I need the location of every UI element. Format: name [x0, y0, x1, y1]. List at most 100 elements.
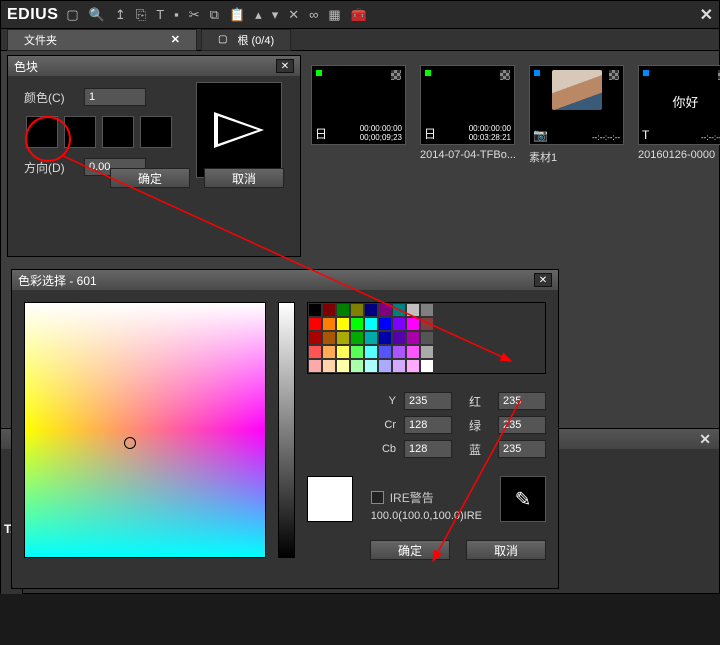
color-gradient-picker[interactable]	[24, 302, 266, 558]
comment-icon[interactable]: ▪	[174, 7, 179, 22]
palette-color[interactable]	[392, 359, 406, 373]
color-palette	[307, 302, 546, 374]
palette-color[interactable]	[308, 345, 322, 359]
palette-color[interactable]	[308, 317, 322, 331]
eyedropper-button[interactable]: ✎	[500, 476, 546, 522]
clip-timecode: --:--:--:--	[565, 133, 620, 142]
ire-warning-label: IRE警告	[390, 489, 434, 506]
palette-color[interactable]	[322, 317, 336, 331]
blue-input[interactable]	[498, 440, 546, 458]
palette-color[interactable]	[420, 303, 434, 317]
palette-color[interactable]	[406, 359, 420, 373]
ok-button[interactable]: 确定	[110, 168, 190, 188]
palette-color[interactable]	[308, 303, 322, 317]
clip-item[interactable]: 日 00:00:00:0000:03:28:21 2014-07-04-TFBo…	[420, 65, 515, 165]
cancel-button[interactable]: 取消	[204, 168, 284, 188]
ire-warning-checkbox[interactable]	[371, 491, 384, 504]
undo-icon[interactable]: ▴	[255, 7, 262, 23]
tab-close-icon[interactable]: ✕	[171, 33, 180, 46]
palette-color[interactable]	[364, 317, 378, 331]
clip-caption: 2014-07-04-TFBo...	[420, 149, 515, 161]
palette-color[interactable]	[378, 303, 392, 317]
clip-item[interactable]: 你好 T --:--:--:-- 20160126-0000	[638, 65, 720, 165]
close-icon[interactable]: ✕	[700, 5, 713, 25]
cut-icon[interactable]: ✂	[189, 7, 200, 23]
palette-color[interactable]	[350, 331, 364, 345]
palette-color[interactable]	[420, 317, 434, 331]
palette-color[interactable]	[364, 331, 378, 345]
palette-color[interactable]	[308, 359, 322, 373]
color-swatch[interactable]	[64, 116, 96, 148]
palette-color[interactable]	[364, 359, 378, 373]
copy-icon[interactable]: ⧉	[210, 7, 219, 23]
color-swatch[interactable]	[26, 116, 58, 148]
palette-color[interactable]	[350, 359, 364, 373]
palette-color[interactable]	[322, 331, 336, 345]
palette-color[interactable]	[350, 317, 364, 331]
green-input[interactable]	[498, 416, 546, 434]
palette-color[interactable]	[406, 317, 420, 331]
color-count-input[interactable]	[84, 88, 146, 106]
search-icon[interactable]: 🔍	[89, 7, 105, 23]
palette-color[interactable]	[322, 345, 336, 359]
palette-color[interactable]	[364, 345, 378, 359]
palette-color[interactable]	[392, 331, 406, 345]
color-swatch[interactable]	[102, 116, 134, 148]
close-icon[interactable]: ✕	[699, 431, 711, 448]
palette-color[interactable]	[322, 359, 336, 373]
palette-color[interactable]	[406, 331, 420, 345]
new-seq-icon[interactable]: ⎘	[136, 7, 146, 23]
ok-button[interactable]: 确定	[370, 540, 450, 560]
clip-item[interactable]: 日 00:00:00:0000;00;09;23	[311, 65, 406, 165]
palette-color[interactable]	[322, 303, 336, 317]
palette-color[interactable]	[378, 317, 392, 331]
cr-input[interactable]	[404, 416, 452, 434]
palette-color[interactable]	[308, 331, 322, 345]
folder-icon[interactable]: ▢	[66, 7, 78, 23]
palette-color[interactable]	[406, 345, 420, 359]
direction-preview[interactable]	[196, 82, 282, 178]
cb-input[interactable]	[404, 440, 452, 458]
text-icon[interactable]: T	[156, 7, 164, 22]
palette-color[interactable]	[336, 331, 350, 345]
delete-icon[interactable]: ✕	[288, 7, 299, 23]
palette-color[interactable]	[336, 317, 350, 331]
palette-color[interactable]	[392, 345, 406, 359]
palette-color[interactable]	[378, 331, 392, 345]
redo-icon[interactable]: ▾	[272, 7, 279, 23]
toolbox-icon[interactable]: 🧰	[351, 7, 367, 23]
palette-color[interactable]	[378, 359, 392, 373]
palette-color[interactable]	[420, 331, 434, 345]
palette-color[interactable]	[336, 303, 350, 317]
palette-color[interactable]	[336, 359, 350, 373]
close-icon[interactable]: ✕	[276, 59, 294, 73]
palette-color[interactable]	[420, 345, 434, 359]
palette-color[interactable]	[364, 303, 378, 317]
palette-color[interactable]	[420, 359, 434, 373]
tab-file[interactable]: 文件夹 ✕	[7, 29, 197, 51]
clip-item[interactable]: 📷 --:--:--:-- 素材1	[529, 65, 624, 165]
palette-color[interactable]	[350, 303, 364, 317]
palette-color[interactable]	[406, 303, 420, 317]
paste-icon[interactable]: 📋	[229, 7, 245, 23]
brightness-slider[interactable]	[278, 302, 295, 558]
close-icon[interactable]: ✕	[534, 273, 552, 287]
dialog-titlebar[interactable]: 色块 ✕	[8, 56, 300, 76]
palette-color[interactable]	[392, 317, 406, 331]
red-input[interactable]	[498, 392, 546, 410]
palette-color[interactable]	[350, 345, 364, 359]
title-text: 你好	[639, 92, 720, 111]
y-input[interactable]	[404, 392, 452, 410]
link-icon[interactable]: ∞	[309, 7, 318, 22]
up-icon[interactable]: ↥	[115, 7, 126, 23]
palette-color[interactable]	[392, 303, 406, 317]
dialog-titlebar[interactable]: 色彩选择 - 601 ✕	[12, 270, 558, 290]
palette-color[interactable]	[336, 345, 350, 359]
grid-icon[interactable]: ▦	[328, 7, 340, 23]
color-swatch[interactable]	[140, 116, 172, 148]
clip-type-icon: 📷	[533, 128, 548, 142]
tab-bin[interactable]: ▢ 根 (0/4)	[201, 29, 291, 51]
cancel-button[interactable]: 取消	[466, 540, 546, 560]
dialog-title: 色彩选择 - 601	[18, 272, 97, 289]
palette-color[interactable]	[378, 345, 392, 359]
